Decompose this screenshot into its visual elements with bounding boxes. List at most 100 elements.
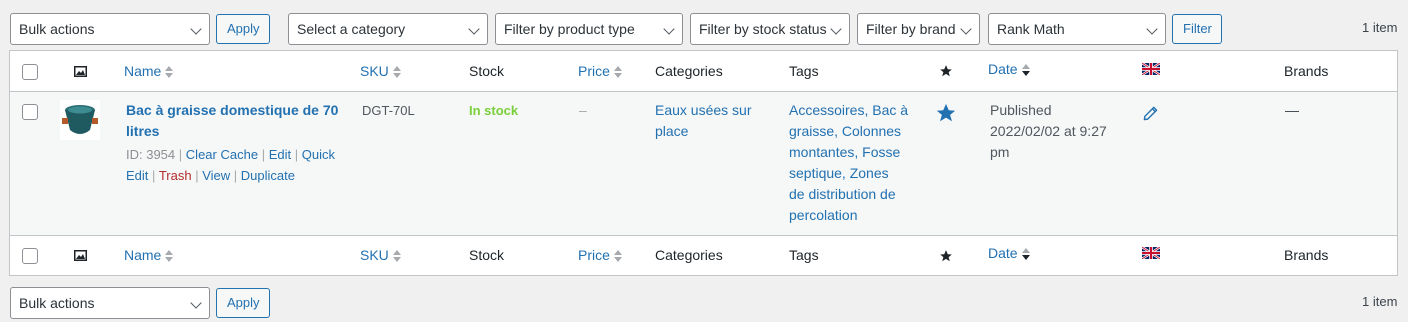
featured-star-icon[interactable] [939, 64, 953, 78]
product-tags[interactable]: Accessoires, Bac à graisse, Colonnes mon… [789, 100, 914, 226]
trash-link[interactable]: Trash [159, 168, 192, 183]
sort-icon [392, 250, 401, 263]
product-type-filter-label: Filter by product type [504, 21, 635, 37]
column-date-label: Date [988, 61, 1018, 77]
sort-icon [392, 66, 401, 79]
sort-desc-icon [1021, 64, 1030, 77]
tag-line: de distribution de [789, 186, 896, 202]
stock-status-filter-select[interactable]: Filter by stock status [690, 13, 850, 45]
chevron-down-icon [1146, 23, 1158, 35]
product-type-filter-select[interactable]: Filter by product type [495, 13, 683, 45]
sort-desc-icon [1021, 248, 1030, 261]
stock-status-filter-label: Filter by stock status [699, 21, 827, 37]
bulk-actions-label: Bulk actions [19, 21, 95, 37]
tag-line: montantes, Fosse [789, 144, 901, 160]
column-name[interactable]: Name [124, 61, 174, 82]
item-count-bottom: 1 item [1362, 294, 1398, 309]
brand-filter-select[interactable]: Filter by brand [857, 13, 980, 45]
chevron-down-icon [190, 23, 202, 35]
column-price-footer[interactable]: Price [578, 245, 622, 266]
table-header: Name SKU Stock Price Categories Tags Dat… [10, 51, 1397, 92]
select-all-checkbox-bottom[interactable] [22, 248, 38, 264]
bulk-actions-select-top[interactable]: Bulk actions [10, 13, 210, 45]
publish-status: Published [990, 102, 1052, 118]
separator: | [178, 147, 183, 162]
separator: | [152, 168, 156, 183]
column-sku-label: SKU [360, 247, 389, 263]
table-row: Bac à graisse domestique de 70 litres ID… [10, 92, 1397, 235]
product-brand: — [1285, 102, 1299, 118]
category-filter-label: Select a category [297, 21, 406, 37]
chevron-down-icon [960, 23, 972, 35]
uk-flag-icon [1142, 247, 1160, 259]
view-link[interactable]: View [202, 168, 230, 183]
column-name-label: Name [124, 63, 162, 79]
product-date: Published 2022/02/02 at 9:27 pm [990, 100, 1120, 163]
select-all-checkbox[interactable] [22, 64, 38, 80]
column-sku[interactable]: SKU [360, 61, 401, 82]
chevron-down-icon [468, 23, 480, 35]
category-line: place [655, 123, 689, 139]
column-tags: Tags [789, 63, 819, 79]
column-sku-footer[interactable]: SKU [360, 245, 401, 266]
column-date-label: Date [988, 245, 1018, 261]
tag-line: septique, Zones [789, 165, 889, 181]
product-price: – [579, 102, 587, 118]
product-name-line: litres [126, 123, 160, 139]
quick-edit-link-rest[interactable]: Edit [126, 168, 148, 183]
apply-button-top[interactable]: Apply [216, 14, 270, 44]
chevron-down-icon [663, 23, 675, 35]
row-checkbox[interactable] [22, 104, 38, 120]
duplicate-link[interactable]: Duplicate [241, 168, 295, 183]
column-name-label: Name [124, 247, 162, 263]
column-date-footer[interactable]: Date [988, 243, 1030, 264]
apply-button-bottom[interactable]: Apply [216, 288, 270, 318]
category-filter-select[interactable]: Select a category [288, 13, 488, 45]
product-thumbnail[interactable] [60, 100, 100, 140]
category-line: Eaux usées sur [655, 102, 752, 118]
tag-line: Accessoires, Bac à [789, 102, 909, 118]
featured-star-icon[interactable] [939, 249, 953, 263]
date-line: 2022/02/02 at 9:27 [990, 123, 1107, 139]
product-name-link[interactable]: Bac à graisse domestique de 70 litres [126, 100, 346, 142]
column-categories: Categories [655, 63, 723, 79]
chevron-down-icon [830, 23, 842, 35]
table-footer: Name SKU Stock Price Categories Tags Dat… [10, 235, 1397, 275]
tag-line: graisse, Colonnes [789, 123, 902, 139]
filter-button[interactable]: Filter [1172, 14, 1222, 44]
product-name-line: Bac à graisse domestique de 70 [126, 102, 339, 118]
quick-edit-link[interactable]: Quick [302, 147, 335, 162]
image-icon [74, 66, 87, 77]
product-category-link[interactable]: Eaux usées sur place [655, 100, 765, 142]
seo-filter-select[interactable]: Rank Math [988, 13, 1166, 45]
sort-icon [165, 250, 174, 263]
separator: | [294, 147, 299, 162]
separator: | [195, 168, 199, 183]
seo-filter-label: Rank Math [997, 21, 1065, 37]
date-line: pm [990, 144, 1010, 160]
column-brands-footer: Brands [1284, 247, 1329, 263]
bulk-actions-select-bottom[interactable]: Bulk actions [10, 287, 210, 319]
column-stock-footer: Stock [469, 247, 505, 263]
tag-line: percolation [789, 207, 858, 223]
column-date[interactable]: Date [988, 59, 1030, 80]
item-count-top: 1 item [1362, 20, 1398, 35]
stock-status: In stock [469, 103, 519, 118]
column-price[interactable]: Price [578, 61, 622, 82]
clear-cache-link[interactable]: Clear Cache [186, 147, 258, 162]
pencil-icon[interactable] [1143, 106, 1158, 121]
uk-flag-icon [1142, 63, 1160, 75]
featured-star-icon[interactable] [935, 102, 957, 124]
column-stock: Stock [469, 63, 505, 79]
edit-link[interactable]: Edit [269, 147, 291, 162]
column-brands: Brands [1284, 63, 1329, 79]
row-actions: ID: 3954 | Clear Cache | Edit | Quick Ed… [126, 144, 346, 186]
product-name-cell: Bac à graisse domestique de 70 litres ID… [126, 100, 346, 186]
separator: | [261, 147, 266, 162]
separator: | [233, 168, 238, 183]
column-categories-footer: Categories [655, 247, 723, 263]
column-name-footer[interactable]: Name [124, 245, 174, 266]
column-tags-footer: Tags [789, 247, 819, 263]
column-price-label: Price [578, 247, 610, 263]
sort-icon [613, 66, 622, 79]
